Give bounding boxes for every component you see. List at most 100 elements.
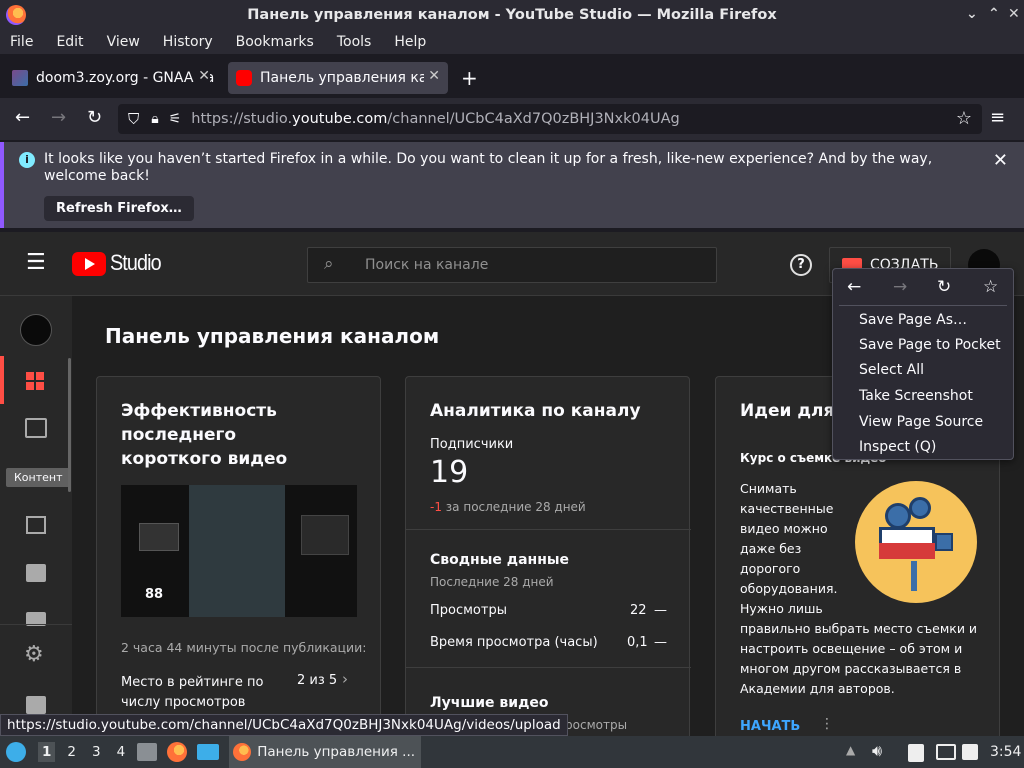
top-videos-title: Лучшие видео xyxy=(430,695,549,711)
firefox-window-icon xyxy=(233,743,252,761)
permissions-icon[interactable]: ⚟ xyxy=(169,111,182,127)
menu-help[interactable]: Help xyxy=(394,34,426,50)
ctx-forward-icon[interactable]: → xyxy=(893,277,907,297)
volume-icon[interactable]: 🔊︎ xyxy=(872,741,882,761)
ideas-line: Академии для авторов. xyxy=(740,681,895,696)
ctx-reload-icon[interactable]: ↻ xyxy=(937,277,951,297)
desktop-icon[interactable] xyxy=(197,744,220,760)
subscribers-change: -1 xyxy=(430,500,442,514)
start-button[interactable]: НАЧАТЬ xyxy=(740,719,800,734)
latest-short-card: Эффективность последнего короткого видео… xyxy=(96,376,381,736)
analytics-title: Аналитика по каналу xyxy=(430,401,641,421)
close-tab-icon[interactable]: ✕ xyxy=(424,68,440,84)
card-divider xyxy=(406,667,691,668)
ctx-select-all[interactable]: Select All xyxy=(859,362,924,378)
shield-icon[interactable]: ⛉ xyxy=(128,110,139,128)
ctx-inspect[interactable]: Inspect (Q) xyxy=(859,439,936,455)
ctx-save-page-as[interactable]: Save Page As… xyxy=(859,312,967,328)
ctx-save-to-pocket[interactable]: Save Page to Pocket xyxy=(859,337,1001,353)
url-bar[interactable]: ⛉ 🔒︎ ⚟ https://studio. youtube.com/channe… xyxy=(118,104,982,134)
content-icon[interactable] xyxy=(25,418,47,438)
subscribers-label: Подписчики xyxy=(430,437,514,452)
sidebar-divider xyxy=(0,624,72,625)
feedback-icon[interactable] xyxy=(26,696,46,714)
url-path: /channel/UCbC4aXd7Q0zBHJ3Nxk04UAg xyxy=(387,111,680,127)
menu-history[interactable]: History xyxy=(163,34,213,50)
menu-bookmarks[interactable]: Bookmarks xyxy=(236,34,314,50)
lock-icon[interactable]: 🔒︎ xyxy=(151,111,158,127)
info-icon: i xyxy=(19,152,35,168)
app-menu-icon[interactable]: ≡ xyxy=(990,107,1005,128)
maximize-icon[interactable]: ⌃ xyxy=(988,6,1000,22)
reload-icon[interactable]: ↻ xyxy=(87,107,102,128)
url-domain: youtube.com xyxy=(292,111,388,127)
menu-tools[interactable]: Tools xyxy=(337,34,372,50)
start-menu-icon[interactable] xyxy=(6,742,26,762)
search-box[interactable]: ⌕ Поиск на канале xyxy=(307,247,717,283)
network-icon[interactable] xyxy=(936,744,956,760)
close-notification-icon[interactable]: ✕ xyxy=(993,150,1008,171)
time-since-publish: 2 часа 44 минуты после публикации: xyxy=(121,640,367,655)
analytics-icon[interactable] xyxy=(26,516,46,534)
ideas-line: настроить освещение – об этом и xyxy=(740,641,963,656)
watchtime-value: 0,1 xyxy=(627,635,648,650)
workspace-1[interactable]: 1 xyxy=(38,742,56,762)
close-tab-icon[interactable]: ✕ xyxy=(194,68,210,84)
status-link-preview: https://studio.youtube.com/channel/UCbC4… xyxy=(0,714,568,736)
menu-file[interactable]: File xyxy=(10,34,33,50)
firefox-launcher-icon[interactable] xyxy=(167,742,188,762)
workspace-3[interactable]: 3 xyxy=(92,744,101,760)
close-window-icon[interactable]: ✕ xyxy=(1008,6,1020,22)
back-icon[interactable]: ← xyxy=(15,107,30,128)
short-thumbnail[interactable]: 88 xyxy=(121,485,357,617)
views-label: Просмотры xyxy=(430,603,507,618)
updates-icon[interactable] xyxy=(962,744,978,760)
clipboard-icon[interactable] xyxy=(908,744,924,762)
tab-doom3[interactable]: doom3.zoy.org - GNAA La ✕ xyxy=(4,62,218,94)
youtube-logo-icon[interactable] xyxy=(72,252,106,276)
tab-youtube-studio[interactable]: Панель управления кан ✕ xyxy=(228,62,448,94)
hamburger-menu-icon[interactable]: ☰ xyxy=(26,250,46,275)
menu-edit[interactable]: Edit xyxy=(56,34,83,50)
ideas-line: Нужно лишь xyxy=(740,601,823,616)
views-trend-dash: — xyxy=(654,603,667,618)
ctx-take-screenshot[interactable]: Take Screenshot xyxy=(859,388,973,404)
forward-icon[interactable]: → xyxy=(51,107,66,128)
search-placeholder: Поиск на канале xyxy=(365,257,489,273)
page-scrollbar-track xyxy=(1018,296,1024,736)
refresh-firefox-button[interactable]: Refresh Firefox… xyxy=(44,196,194,221)
file-manager-icon[interactable] xyxy=(137,743,158,761)
menu-view[interactable]: View xyxy=(107,34,140,50)
comments-icon[interactable] xyxy=(26,564,46,582)
page-title: Панель управления каналом xyxy=(105,324,440,348)
sidebar-scrollbar[interactable] xyxy=(68,358,71,492)
settings-gear-icon[interactable]: ⚙ xyxy=(24,642,44,667)
thumbnail-screen xyxy=(189,485,285,617)
ctx-bookmark-icon[interactable]: ☆ xyxy=(983,277,998,297)
ctx-back-icon[interactable]: ← xyxy=(847,277,861,297)
watchtime-trend-dash: — xyxy=(654,635,667,650)
studio-logo-text: Studio xyxy=(110,250,162,275)
tab-label: Панель управления кан xyxy=(260,70,437,86)
clock: 3:54 xyxy=(990,744,1022,760)
ctx-view-source[interactable]: View Page Source xyxy=(859,414,983,430)
taskbar-window-firefox[interactable]: Панель управления ... xyxy=(229,736,422,768)
thumbnail-right-panel xyxy=(301,515,349,555)
dashboard-icon[interactable] xyxy=(26,372,46,390)
minimize-icon[interactable]: ⌄ xyxy=(966,6,978,22)
chevron-right-icon[interactable]: › xyxy=(342,670,348,688)
ideas-line: правильно выбрать место съемки и xyxy=(740,621,978,636)
new-tab-icon[interactable]: + xyxy=(461,66,478,90)
help-icon[interactable]: ? xyxy=(790,254,812,276)
tray-expand-icon[interactable]: ▲ xyxy=(846,743,855,757)
url-prefix: https://studio. xyxy=(191,111,293,127)
workspace-2[interactable]: 2 xyxy=(67,744,76,760)
context-menu: ← → ↻ ☆ Save Page As… Save Page to Pocke… xyxy=(832,268,1014,460)
thumbnail-left-panel xyxy=(139,523,179,551)
summary-title: Сводные данные xyxy=(430,552,570,568)
site-favicon-icon xyxy=(12,70,28,86)
bookmark-star-icon[interactable]: ☆ xyxy=(956,108,972,129)
workspace-4[interactable]: 4 xyxy=(117,744,126,760)
more-vert-icon[interactable]: ⋮ xyxy=(820,716,834,732)
channel-avatar[interactable] xyxy=(20,314,52,346)
